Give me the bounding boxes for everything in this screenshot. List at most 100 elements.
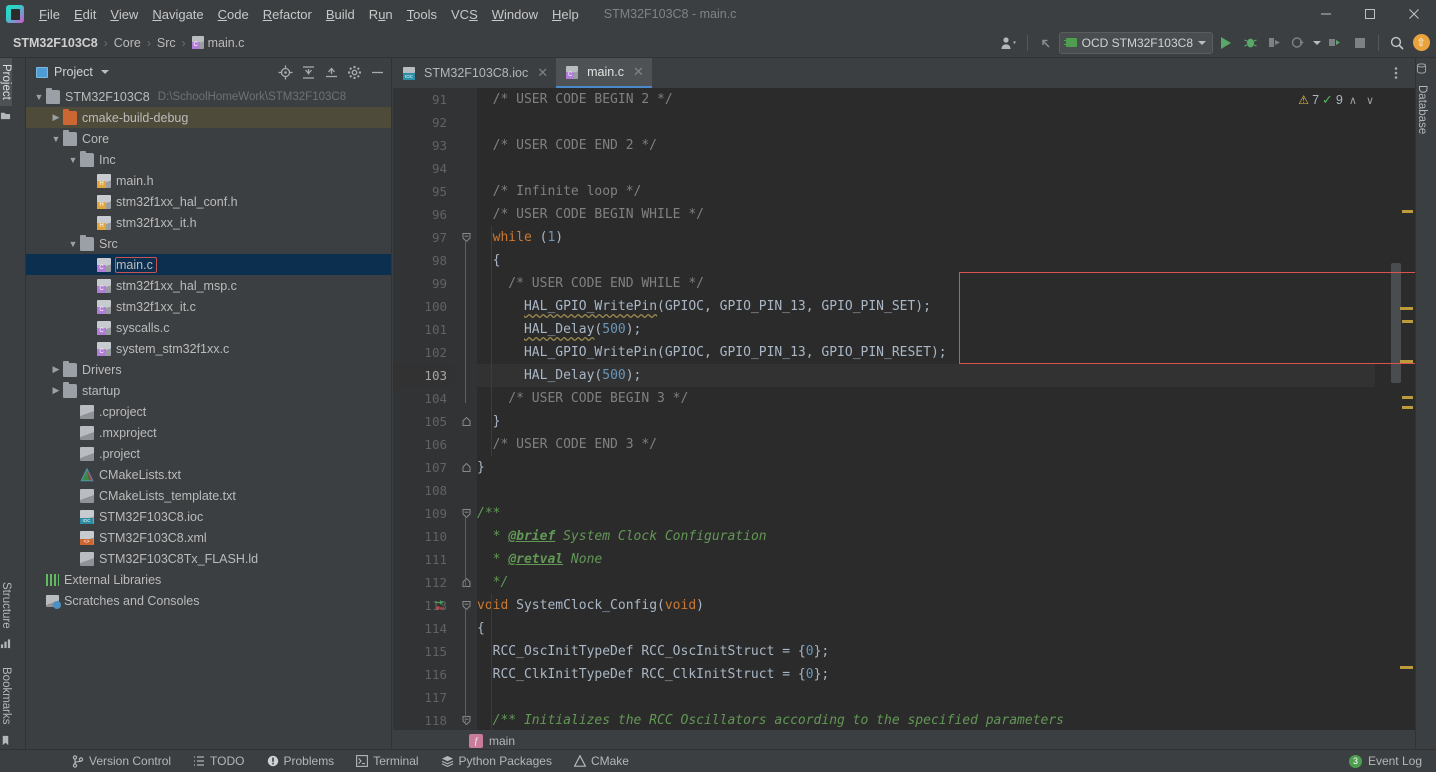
chevron-right-icon[interactable]: ▶ xyxy=(49,385,63,396)
line-number[interactable]: 93 xyxy=(393,134,455,157)
menu-item-run[interactable]: Run xyxy=(362,4,400,25)
collapse-all-icon[interactable] xyxy=(321,62,341,82)
chevron-down-icon[interactable]: ▼ xyxy=(49,134,63,144)
chevron-right-icon[interactable]: ▶ xyxy=(49,364,63,375)
line-number[interactable]: 116 xyxy=(393,663,455,686)
tree-node-main-c[interactable]: main.c xyxy=(26,254,391,275)
line-number[interactable]: 108 xyxy=(393,479,455,502)
user-dropdown-icon[interactable] xyxy=(998,32,1020,54)
code-line[interactable] xyxy=(477,479,1375,502)
code-line[interactable]: /* USER CODE END WHILE */ xyxy=(477,272,1375,295)
close-icon[interactable]: ✕ xyxy=(633,64,644,80)
line-number[interactable]: 91 xyxy=(393,88,455,111)
breadcrumb-item-core[interactable]: Core xyxy=(111,35,144,51)
search-everywhere-icon[interactable] xyxy=(1386,32,1408,54)
code-line[interactable]: { xyxy=(477,617,1375,640)
menu-item-help[interactable]: Help xyxy=(545,4,586,25)
menu-item-build[interactable]: Build xyxy=(319,4,362,25)
fold-expand-icon[interactable] xyxy=(461,232,471,242)
hide-icon[interactable] xyxy=(367,62,387,82)
menu-item-view[interactable]: View xyxy=(103,4,145,25)
next-problem-icon[interactable]: ∨ xyxy=(1363,94,1377,107)
code-line[interactable] xyxy=(477,157,1375,180)
settings-gear-icon[interactable] xyxy=(344,62,364,82)
chevron-down-icon[interactable]: ▼ xyxy=(66,239,80,249)
line-number[interactable]: 95 xyxy=(393,180,455,203)
tree-node-stm32f1xx-hal-msp-c[interactable]: stm32f1xx_hal_msp.c xyxy=(26,275,391,296)
chevron-down-icon[interactable] xyxy=(100,70,109,74)
menu-item-refactor[interactable]: Refactor xyxy=(256,4,319,25)
tree-node-stm32f1xx-hal-conf-h[interactable]: stm32f1xx_hal_conf.h xyxy=(26,191,391,212)
error-stripe[interactable] xyxy=(1400,88,1415,730)
sidebar-item-database[interactable]: Database xyxy=(1416,79,1428,140)
fold-expand-icon[interactable] xyxy=(461,715,471,725)
line-number[interactable]: 94 xyxy=(393,157,455,180)
breadcrumb-item-project[interactable]: STM32F103C8 xyxy=(10,35,101,51)
line-number[interactable]: 97 xyxy=(393,226,455,249)
line-number[interactable]: 105 xyxy=(393,410,455,433)
menu-item-window[interactable]: Window xyxy=(485,4,545,25)
line-number[interactable]: 112 xyxy=(393,571,455,594)
line-number[interactable]: 109 xyxy=(393,502,455,525)
attach-icon[interactable] xyxy=(1325,32,1347,54)
code-line[interactable]: HAL_GPIO_WritePin(GPIOC, GPIO_PIN_13, GP… xyxy=(477,295,1375,318)
line-number-gutter[interactable]: 91 92 93 94 95 96 97 98 99 100 101 102 103 104 105 106 1… xyxy=(393,88,455,730)
status-item-python-packages[interactable]: Python Packages xyxy=(441,754,552,768)
tree-node-external-libraries[interactable]: External Libraries xyxy=(26,569,391,590)
line-number[interactable]: 102 xyxy=(393,341,455,364)
code-line[interactable]: /* USER CODE BEGIN 3 */ xyxy=(477,387,1375,410)
code-line[interactable]: /* Infinite loop */ xyxy=(477,180,1375,203)
chevron-down-icon[interactable]: ▼ xyxy=(66,155,80,165)
tree-node-drivers[interactable]: ▶ Drivers xyxy=(26,359,391,380)
code-content[interactable]: /* USER CODE BEGIN 2 */ /* USER CODE END… xyxy=(477,88,1375,730)
run-with-coverage-icon[interactable] xyxy=(1263,32,1285,54)
tree-node-stm32f103c8tx-flash-ld[interactable]: STM32F103C8Tx_FLASH.ld xyxy=(26,548,391,569)
tree-node-cmakelists-txt[interactable]: CMakeLists.txt xyxy=(26,464,391,485)
breadcrumb-item-src[interactable]: Src xyxy=(154,35,179,51)
menu-item-file[interactable]: File xyxy=(32,4,67,25)
code-line[interactable]: } xyxy=(477,456,1375,479)
fold-expand-icon[interactable] xyxy=(461,508,471,518)
locate-icon[interactable] xyxy=(275,62,295,82)
tree-node-syscalls-c[interactable]: syscalls.c xyxy=(26,317,391,338)
line-number[interactable]: 117 xyxy=(393,686,455,709)
code-line[interactable]: /** xyxy=(477,502,1375,525)
code-editor[interactable]: ⚠ 7 ✓ 9 ∧ ∨ 91 92 93 94 95 96 97 98 99 100 101 102 1… xyxy=(393,88,1415,730)
close-icon[interactable]: ✕ xyxy=(537,65,548,81)
code-folding-gutter[interactable] xyxy=(455,88,477,730)
fold-collapse-icon[interactable] xyxy=(461,416,471,426)
inspection-widget[interactable]: ⚠ 7 ✓ 9 ∧ ∨ xyxy=(1298,92,1377,108)
code-line[interactable]: /* USER CODE BEGIN WHILE */ xyxy=(477,203,1375,226)
line-number[interactable]: 99 xyxy=(393,272,455,295)
menu-item-navigate[interactable]: Navigate xyxy=(145,4,210,25)
database-icon-holder[interactable] xyxy=(1416,58,1427,79)
updates-icon[interactable]: ⇧ xyxy=(1410,32,1432,54)
menu-item-code[interactable]: Code xyxy=(211,4,256,25)
fold-collapse-icon[interactable] xyxy=(461,577,471,587)
line-number[interactable]: 92 xyxy=(393,111,455,134)
code-line[interactable]: * @retval None xyxy=(477,548,1375,571)
code-line[interactable]: /* USER CODE END 3 */ xyxy=(477,433,1375,456)
code-line[interactable]: */ xyxy=(477,571,1375,594)
editor-scrollbar-thumb[interactable] xyxy=(1391,263,1401,383)
sidebar-item-files[interactable] xyxy=(0,106,11,125)
line-number[interactable]: 96 xyxy=(393,203,455,226)
status-item-event-log[interactable]: Event Log xyxy=(1368,754,1422,768)
chevron-right-icon[interactable]: ▶ xyxy=(49,112,63,123)
fold-collapse-icon[interactable] xyxy=(461,462,471,472)
related-symbol-icon[interactable] xyxy=(433,599,447,613)
close-button[interactable] xyxy=(1392,0,1436,28)
editor-tab-mainc[interactable]: main.c ✕ xyxy=(556,58,652,88)
tree-node--project[interactable]: .project xyxy=(26,443,391,464)
editor-tab-options-icon[interactable] xyxy=(1385,62,1407,84)
line-number[interactable]: 103 xyxy=(393,364,455,387)
tree-node-cmakelists-template-txt[interactable]: CMakeLists_template.txt xyxy=(26,485,391,506)
line-number[interactable]: 110 xyxy=(393,525,455,548)
stop-icon[interactable] xyxy=(1349,32,1371,54)
sidebar-item-project[interactable]: Project xyxy=(0,58,12,106)
breadcrumb-function-label[interactable]: main xyxy=(489,734,515,748)
line-number[interactable]: 115 xyxy=(393,640,455,663)
code-line[interactable] xyxy=(477,111,1375,134)
sidebar-item-structure[interactable]: Structure xyxy=(0,576,12,635)
line-number[interactable]: 98 xyxy=(393,249,455,272)
